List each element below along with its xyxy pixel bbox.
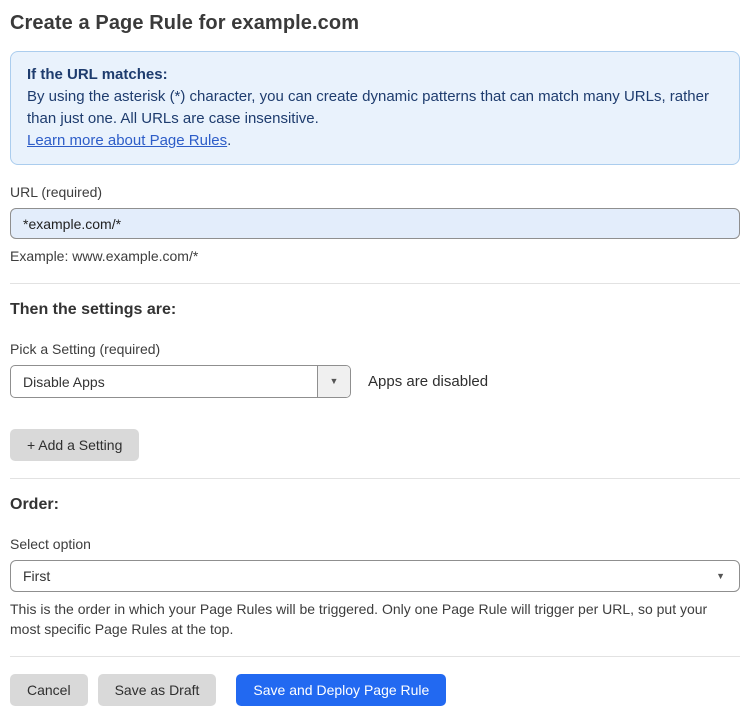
setting-select[interactable]: Disable Apps ▼ (10, 365, 351, 398)
cancel-button[interactable]: Cancel (10, 674, 88, 706)
chevron-down-icon: ▼ (716, 570, 725, 581)
info-box-body: By using the asterisk (*) character, you… (27, 88, 709, 127)
url-example-helper: Example: www.example.com/* (10, 248, 199, 264)
link-period: . (227, 132, 232, 149)
url-matches-info-box: If the URL matches: By using the asteris… (10, 51, 740, 165)
setting-select-arrow-button[interactable]: ▼ (317, 366, 350, 397)
divider-after-settings (10, 478, 740, 479)
setting-status-text: Apps are disabled (368, 373, 489, 390)
order-select[interactable]: First ▼ (10, 560, 740, 592)
page-title: Create a Page Rule for example.com (10, 12, 360, 34)
info-box-link-line: Learn more about Page Rules. (27, 130, 723, 152)
settings-section: Then the settings are: Pick a Setting (r… (10, 301, 740, 461)
footer-actions: Cancel Save as Draft Save and Deploy Pag… (10, 674, 740, 706)
divider-before-footer (10, 656, 740, 657)
order-helper-text: This is the order in which your Page Rul… (10, 601, 708, 637)
divider-after-url (10, 283, 740, 284)
pick-setting-label: Pick a Setting (required) (10, 341, 161, 357)
order-select-value: First (23, 568, 51, 584)
order-section: Order: Select option First ▼ This is the… (10, 496, 740, 639)
select-option-label: Select option (10, 536, 91, 552)
setting-row: Disable Apps ▼ Apps are disabled (10, 365, 740, 398)
settings-heading: Then the settings are: (10, 301, 177, 318)
save-as-draft-button[interactable]: Save as Draft (97, 674, 217, 706)
url-field-label: URL (required) (10, 184, 103, 200)
chevron-down-icon: ▼ (329, 376, 339, 386)
url-field-section: URL (required) Example: www.example.com/… (10, 184, 740, 266)
setting-select-value: Disable Apps (23, 373, 105, 390)
save-and-deploy-button[interactable]: Save and Deploy Page Rule (236, 674, 447, 706)
learn-more-link[interactable]: Learn more about Page Rules (27, 132, 227, 149)
add-setting-button[interactable]: + Add a Setting (10, 429, 140, 461)
url-input[interactable] (10, 208, 740, 239)
page-rule-form: Create a Page Rule for example.com If th… (0, 0, 750, 706)
info-box-heading: If the URL matches: (27, 66, 168, 83)
order-heading: Order: (10, 496, 59, 513)
